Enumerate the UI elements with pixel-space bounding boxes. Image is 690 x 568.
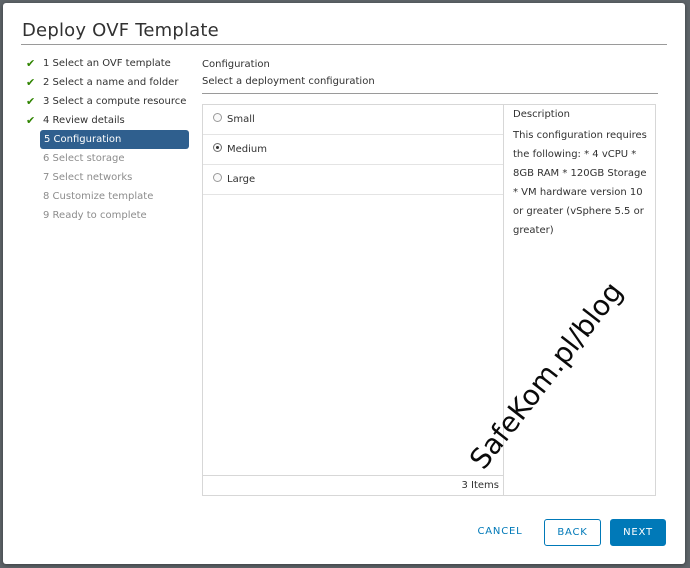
configuration-list: Small Medium Large 3 Items <box>203 105 504 495</box>
wizard-step-label: 6 Select storage <box>43 153 125 164</box>
wizard-step-1[interactable]: ✔ 1 Select an OVF template <box>23 54 189 73</box>
wizard-step-label: 2 Select a name and folder <box>43 77 179 88</box>
description-title: Description <box>513 109 570 120</box>
option-label: Small <box>227 114 255 125</box>
wizard-step-6: 6 Select storage <box>23 149 189 168</box>
wizard-step-9: 9 Ready to complete <box>23 206 189 225</box>
check-icon: ✔ <box>26 95 36 108</box>
wizard-step-5[interactable]: 5 Configuration <box>40 130 189 149</box>
back-button[interactable]: BACK <box>544 519 601 546</box>
description-pane: Description This configuration requires … <box>513 109 649 240</box>
section-subtitle: Select a deployment configuration <box>202 76 375 87</box>
title-divider <box>21 44 667 45</box>
wizard-step-label: 4 Review details <box>43 115 125 126</box>
wizard-step-3[interactable]: ✔ 3 Select a compute resource <box>23 92 189 111</box>
item-count: 3 Items <box>461 480 499 491</box>
wizard-step-2[interactable]: ✔ 2 Select a name and folder <box>23 73 189 92</box>
wizard-step-label: 9 Ready to complete <box>43 210 147 221</box>
radio-medium[interactable] <box>213 143 222 152</box>
wizard-step-label: 7 Select networks <box>43 172 133 183</box>
section-title: Configuration <box>202 59 270 70</box>
radio-small[interactable] <box>213 113 222 122</box>
section-divider <box>202 93 658 94</box>
description-text: This configuration requires the followin… <box>513 130 647 236</box>
option-label: Large <box>227 174 256 185</box>
option-large[interactable]: Large <box>203 165 503 195</box>
wizard-steps: ✔ 1 Select an OVF template ✔ 2 Select a … <box>23 54 189 225</box>
wizard-step-label: 3 Select a compute resource <box>43 96 187 107</box>
wizard-step-label: 1 Select an OVF template <box>43 58 171 69</box>
cancel-button[interactable]: CANCEL <box>476 519 524 546</box>
radio-large[interactable] <box>213 173 222 182</box>
option-small[interactable]: Small <box>203 105 503 135</box>
check-icon: ✔ <box>26 114 36 127</box>
wizard-step-4[interactable]: ✔ 4 Review details <box>23 111 189 130</box>
list-footer: 3 Items <box>203 475 503 495</box>
wizard-step-label: 5 Configuration <box>44 134 122 145</box>
wizard-step-8: 8 Customize template <box>23 187 189 206</box>
deploy-ovf-dialog: Deploy OVF Template ✔ 1 Select an OVF te… <box>3 3 685 564</box>
next-button[interactable]: NEXT <box>610 519 666 546</box>
wizard-step-label: 8 Customize template <box>43 191 154 202</box>
dialog-title: Deploy OVF Template <box>22 20 219 41</box>
wizard-step-7: 7 Select networks <box>23 168 189 187</box>
check-icon: ✔ <box>26 76 36 89</box>
check-icon: ✔ <box>26 57 36 70</box>
option-label: Medium <box>227 144 267 155</box>
option-medium[interactable]: Medium <box>203 135 503 165</box>
